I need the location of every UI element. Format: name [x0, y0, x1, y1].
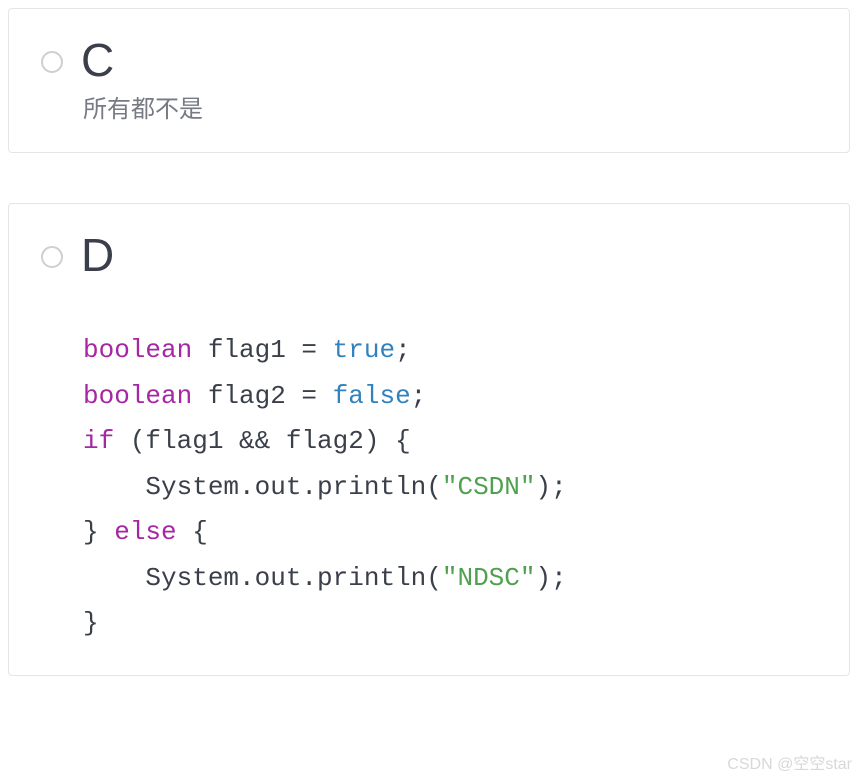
radio-icon[interactable]	[41, 246, 63, 268]
option-content: C 所有都不是	[81, 37, 817, 124]
option-letter: C	[81, 37, 817, 83]
keyword-boolean: boolean	[83, 381, 192, 411]
code-text: {	[177, 517, 208, 547]
code-text: System.out.println(	[83, 472, 442, 502]
option-c-card[interactable]: C 所有都不是	[8, 8, 850, 153]
option-letter: D	[81, 232, 817, 278]
code-text: );	[535, 563, 566, 593]
watermark: CSDN @空空star	[727, 750, 852, 774]
code-text: }	[83, 517, 114, 547]
code-text: }	[83, 608, 99, 638]
code-text: (flag1 && flag2) {	[114, 426, 410, 456]
keyword-if: if	[83, 426, 114, 456]
code-text: );	[535, 472, 566, 502]
option-header: D boolean flag1 = true; boolean flag2 = …	[41, 232, 817, 647]
keyword-else: else	[114, 517, 176, 547]
code-block: boolean flag1 = true; boolean flag2 = fa…	[83, 328, 817, 647]
code-text: ;	[411, 381, 427, 411]
keyword-boolean: boolean	[83, 335, 192, 365]
code-text: ;	[395, 335, 411, 365]
option-d-card[interactable]: D boolean flag1 = true; boolean flag2 = …	[8, 203, 850, 676]
option-content: D boolean flag1 = true; boolean flag2 = …	[81, 232, 817, 647]
radio-icon[interactable]	[41, 51, 63, 73]
string-literal: "NDSC"	[442, 563, 536, 593]
option-subtext: 所有都不是	[83, 89, 817, 124]
code-text: System.out.println(	[83, 563, 442, 593]
code-text: flag2 =	[192, 381, 332, 411]
string-literal: "CSDN"	[442, 472, 536, 502]
literal-false: false	[333, 381, 411, 411]
literal-true: true	[333, 335, 395, 365]
code-text: flag1 =	[192, 335, 332, 365]
option-header: C 所有都不是	[41, 37, 817, 124]
